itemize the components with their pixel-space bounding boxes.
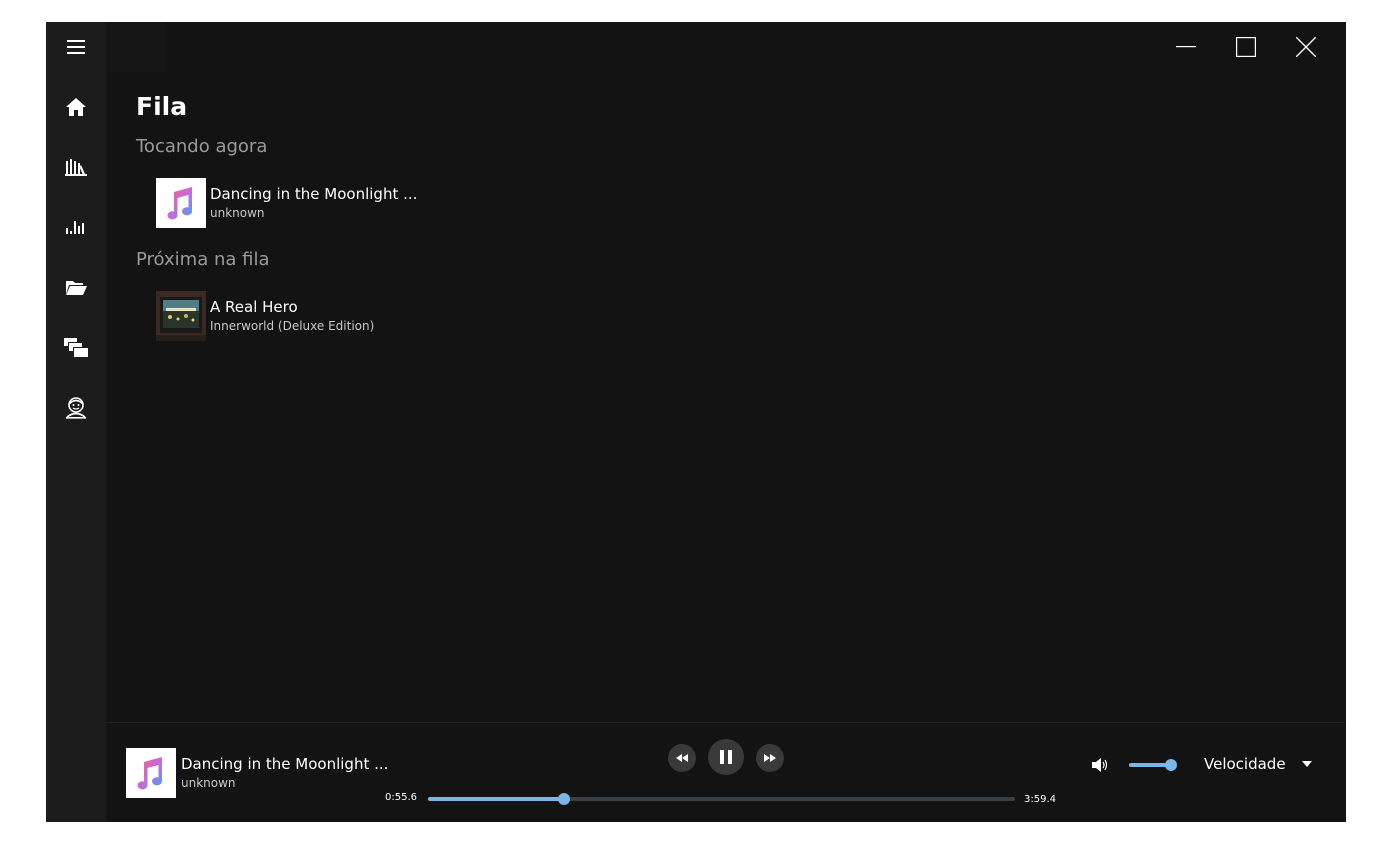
sidebar-item-library[interactable] bbox=[46, 142, 106, 192]
sidebar bbox=[46, 22, 106, 822]
seek-thumb[interactable] bbox=[558, 793, 571, 805]
pause-icon bbox=[720, 750, 732, 764]
track-subtitle: Innerworld (Deluxe Edition) bbox=[210, 319, 375, 333]
now-playing-title: Dancing in the Moonlight ... bbox=[181, 755, 389, 773]
volume-button[interactable] bbox=[1092, 757, 1108, 776]
music-note-icon bbox=[156, 178, 206, 228]
queue-item-now-playing[interactable]: Dancing in the Moonlight ... unknown bbox=[156, 178, 516, 228]
stack-icon bbox=[64, 338, 88, 357]
title-bar-shade bbox=[106, 22, 166, 72]
up-next-heading: Próxima na fila bbox=[136, 249, 270, 270]
minimize-button[interactable] bbox=[1156, 22, 1216, 72]
equalizer-icon bbox=[66, 221, 84, 234]
fast-forward-button[interactable] bbox=[756, 744, 784, 772]
maximize-icon bbox=[1236, 37, 1256, 57]
minimize-icon bbox=[1176, 46, 1196, 48]
sidebar-item-visualizer[interactable] bbox=[46, 202, 106, 252]
now-playing-artist: unknown bbox=[181, 776, 236, 790]
album-cover-image bbox=[156, 291, 206, 341]
player-bar: Dancing in the Moonlight ... unknown 0:5… bbox=[106, 722, 1346, 822]
close-icon bbox=[1296, 37, 1316, 57]
volume-slider[interactable] bbox=[1129, 759, 1177, 771]
fast-forward-icon bbox=[764, 754, 776, 762]
chevron-down-icon bbox=[1301, 761, 1312, 767]
folder-icon bbox=[66, 281, 87, 295]
sidebar-item-queue[interactable] bbox=[46, 322, 106, 372]
track-title: Dancing in the Moonlight ... bbox=[210, 185, 418, 203]
track-title: A Real Hero bbox=[210, 298, 298, 316]
close-button[interactable] bbox=[1276, 22, 1336, 72]
queue-item[interactable]: A Real Hero Innerworld (Deluxe Edition) bbox=[156, 291, 516, 341]
rewind-icon bbox=[676, 754, 688, 762]
volume-thumb[interactable] bbox=[1165, 759, 1177, 771]
sidebar-item-about[interactable] bbox=[46, 382, 106, 432]
menu-button[interactable] bbox=[46, 22, 106, 72]
music-note-icon bbox=[126, 748, 176, 798]
album-art bbox=[156, 178, 206, 228]
speaker-icon bbox=[1092, 758, 1108, 772]
speed-dropdown[interactable]: Velocidade bbox=[1204, 753, 1312, 775]
avatar-icon bbox=[66, 397, 86, 419]
time-current: 0:55.6 bbox=[385, 792, 417, 803]
maximize-button[interactable] bbox=[1216, 22, 1276, 72]
now-playing-art[interactable] bbox=[126, 748, 176, 798]
rewind-button[interactable] bbox=[668, 744, 696, 772]
pause-button[interactable] bbox=[708, 739, 744, 775]
page-title: Fila bbox=[136, 92, 188, 121]
hamburger-icon bbox=[67, 40, 85, 54]
speed-label: Velocidade bbox=[1204, 755, 1286, 773]
sidebar-item-home[interactable] bbox=[46, 82, 106, 132]
album-cover bbox=[156, 291, 206, 341]
time-total: 3:59.4 bbox=[1024, 794, 1056, 805]
library-icon bbox=[65, 159, 87, 176]
home-icon bbox=[66, 98, 86, 116]
seek-fill bbox=[428, 797, 565, 801]
app-window: Fila Tocando agora Dancing in the Moonli… bbox=[46, 22, 1346, 822]
track-subtitle: unknown bbox=[210, 206, 265, 220]
sidebar-item-folders[interactable] bbox=[46, 262, 106, 312]
now-playing-heading: Tocando agora bbox=[136, 136, 268, 157]
seek-slider[interactable] bbox=[428, 793, 1015, 805]
